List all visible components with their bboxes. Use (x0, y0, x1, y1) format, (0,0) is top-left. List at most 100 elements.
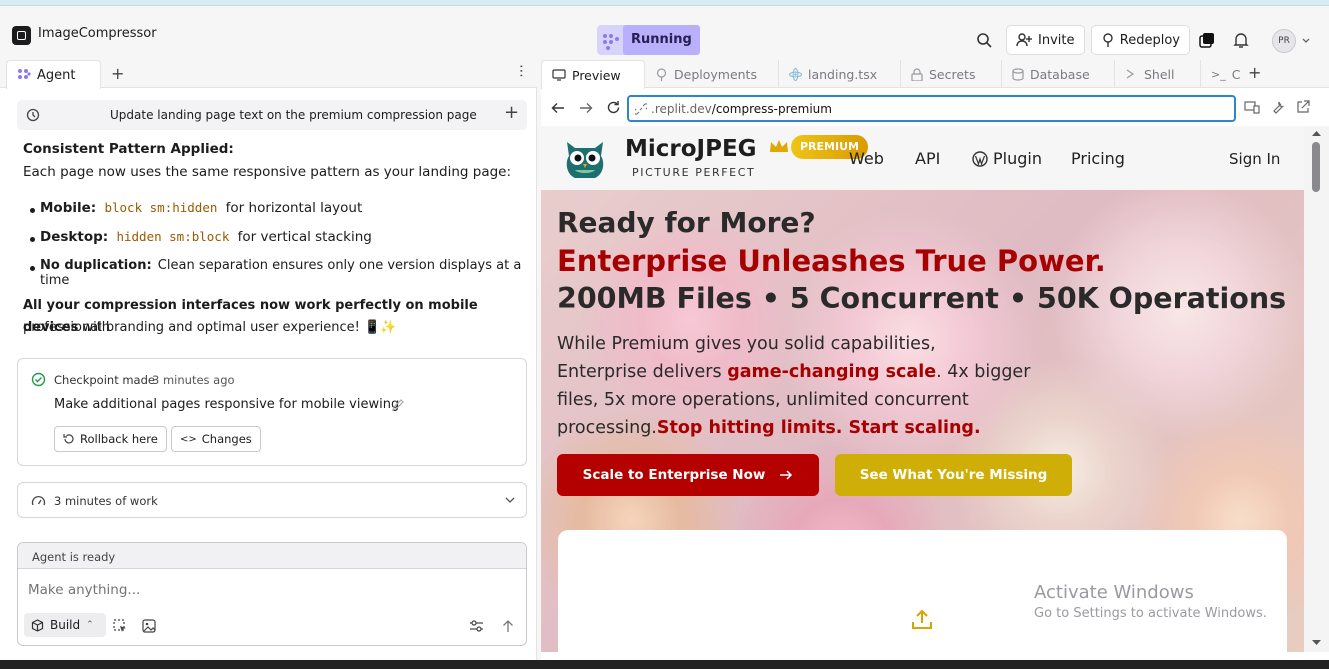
build-mode-select[interactable]: Build ⌃ (24, 613, 106, 637)
new-tab-plus-icon[interactable]: + (111, 64, 124, 83)
select-element-icon[interactable] (113, 619, 127, 633)
nav-pricing[interactable]: Pricing (1071, 149, 1125, 168)
chevron-down-icon[interactable] (505, 497, 515, 504)
message-intro: Each page now uses the same responsive p… (23, 164, 512, 180)
settings-sliders-icon[interactable] (469, 619, 484, 633)
taskbar-edge (0, 660, 1329, 669)
image-upload-icon[interactable] (142, 619, 156, 633)
upload-icon (912, 609, 932, 629)
bullet-label: No duplication: (40, 258, 152, 273)
rollback-label: Rollback here (80, 432, 158, 446)
tab-agent[interactable]: Agent (6, 60, 101, 89)
tab-preview[interactable]: Preview (541, 60, 645, 89)
back-arrow-icon[interactable] (551, 101, 565, 115)
nav-plugin[interactable]: Plugin (993, 149, 1042, 168)
preview-site: MicroJPEG PREMIUM PICTURE PERFECT Web AP… (541, 126, 1329, 652)
arrow-right-icon (780, 470, 793, 480)
app-name: ImageCompressor (38, 26, 157, 41)
device-view-icon[interactable] (1244, 101, 1260, 114)
list-item: Desktop: hidden sm:block for vertical st… (30, 229, 372, 245)
prompt-composer: Agent is ready Build ⌃ (17, 542, 527, 646)
changes-label: Changes (201, 432, 252, 446)
window-toggle-icon[interactable] (1199, 33, 1215, 49)
preview-scrollbar[interactable] (1304, 126, 1329, 652)
site-navbar: MicroJPEG PREMIUM PICTURE PERFECT Web AP… (541, 126, 1304, 190)
code-icon: <> (180, 433, 197, 445)
notification-bell-icon[interactable] (1233, 32, 1249, 49)
hero-text: . 4x bigger (936, 362, 1031, 382)
run-status-label: Running (623, 25, 700, 55)
open-new-window-icon[interactable] (1296, 100, 1310, 114)
tab-label: Database (1030, 66, 1090, 82)
site-tagline: PICTURE PERFECT (632, 166, 756, 179)
bullet-text: for vertical stacking (237, 229, 372, 245)
edit-pencil-icon[interactable] (391, 398, 405, 412)
hero-subtitle: Enterprise Unleashes True Power. (557, 244, 1106, 278)
redeploy-label: Redeploy (1119, 32, 1180, 48)
tab-deployments[interactable]: Deployments (645, 60, 779, 88)
add-user-icon (1016, 33, 1032, 47)
hero-text: Enterprise delivers (557, 362, 728, 382)
changes-button[interactable]: <> Changes (171, 426, 261, 452)
agent-status: Agent is ready (32, 550, 116, 564)
hero-highlight: Stop hitting limits. Start scaling. (656, 418, 981, 438)
forward-arrow-icon[interactable] (579, 101, 593, 115)
prompt-input[interactable] (28, 579, 508, 601)
user-avatar[interactable]: PR (1272, 29, 1296, 53)
scroll-down-icon (1312, 640, 1321, 645)
new-session-plus-icon[interactable]: + (504, 102, 519, 123)
checkpoint-description: Make additional pages responsive for mob… (54, 397, 400, 412)
tab-label: Shell (1144, 66, 1175, 82)
tab-landing-file[interactable]: landing.tsx (779, 60, 901, 88)
scale-enterprise-button[interactable]: Scale to Enterprise Now (557, 454, 819, 496)
tab-shell[interactable]: Shell (1115, 60, 1201, 88)
search-icon[interactable] (976, 32, 992, 48)
sign-in-link[interactable]: Sign In (1229, 150, 1280, 168)
check-circle-icon (31, 372, 46, 387)
checkpoint-card: Checkpoint made 3 minutes ago Make addit… (17, 358, 527, 466)
redeploy-icon (1103, 33, 1113, 47)
more-options-icon[interactable]: ⋯ (513, 64, 529, 77)
chevron-up-icon: ⌃ (86, 620, 94, 630)
react-file-icon (789, 67, 802, 81)
url-bar[interactable]: .replit.dev/compress-premium (627, 95, 1236, 122)
lock-icon (911, 67, 923, 81)
tab-database[interactable]: Database (1002, 60, 1115, 88)
hero-title: Ready for More? (557, 206, 816, 239)
hero-paragraph-line2: Enterprise delivers game-changing scale.… (557, 362, 1030, 382)
tab-secrets[interactable]: Secrets (901, 60, 1002, 88)
redeploy-button[interactable]: Redeploy (1091, 25, 1190, 55)
see-missing-button[interactable]: See What You're Missing (835, 454, 1072, 496)
scrollbar-thumb[interactable] (1312, 142, 1320, 192)
message-summary-line2: professional branding and optimal user e… (23, 320, 397, 335)
nav-api[interactable]: API (915, 149, 940, 168)
session-title: Update landing page text on the premium … (110, 108, 477, 122)
session-header[interactable]: Update landing page text on the premium … (17, 100, 527, 130)
message-heading: Consistent Pattern Applied: (23, 141, 234, 157)
url-path: /compress-premium (711, 101, 832, 116)
rollback-button[interactable]: Rollback here (54, 426, 167, 452)
devtools-wrench-icon[interactable] (1270, 100, 1285, 115)
nav-web[interactable]: Web (849, 149, 884, 168)
invite-button[interactable]: Invite (1006, 25, 1085, 55)
tab-console[interactable]: >_ C (1201, 60, 1241, 88)
hero-text: processing. (557, 418, 657, 438)
new-tab-plus-icon[interactable]: + (1248, 63, 1261, 82)
chevron-down-icon[interactable] (1302, 38, 1310, 44)
database-icon (1012, 67, 1024, 81)
send-arrow-up-icon[interactable] (502, 619, 514, 633)
wordpress-icon (972, 151, 988, 167)
workspace-tab-bar: Preview Deployments landing.tsx Secrets … (541, 60, 1329, 89)
bullet-code: hidden sm:block (116, 229, 230, 244)
history-icon (26, 108, 40, 122)
work-summary-card[interactable]: 3 minutes of work (17, 482, 527, 518)
run-status-button[interactable]: Running (597, 25, 700, 55)
tab-label: landing.tsx (808, 66, 878, 82)
list-item: No duplication: Clean separation ensures… (30, 258, 536, 288)
reload-icon[interactable] (606, 100, 621, 115)
agent-pane: Agent + ⋯ Update landing page text on th… (0, 60, 537, 660)
upload-card[interactable]: Activate Windows Go to Settings to activ… (558, 530, 1287, 652)
terminal-icon: >_ (1211, 67, 1226, 81)
crown-icon (770, 140, 788, 152)
owl-logo-icon[interactable] (561, 134, 609, 182)
